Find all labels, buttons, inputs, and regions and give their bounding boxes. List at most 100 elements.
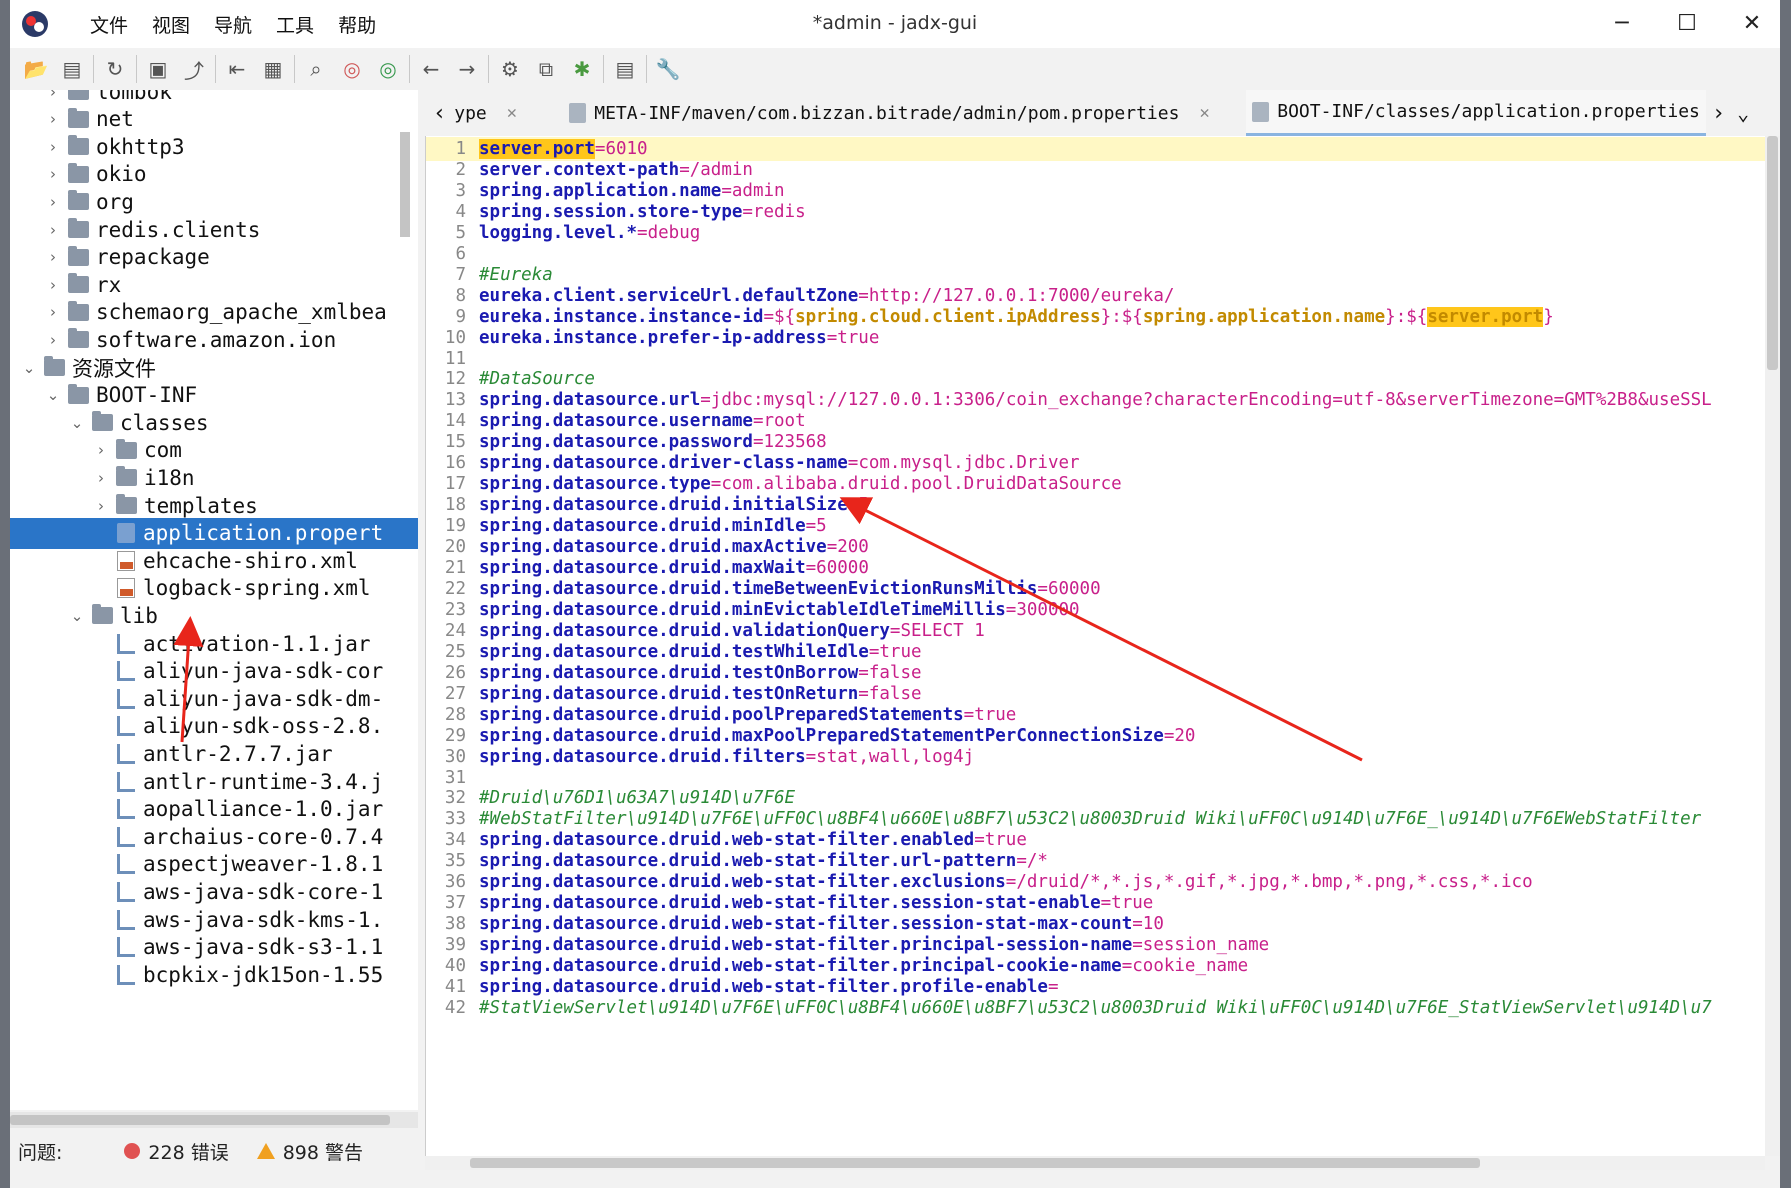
tree-item[interactable]: aspectjweaver-1.8.1 bbox=[10, 849, 418, 880]
tree-item[interactable]: logback-spring.xml bbox=[10, 573, 418, 604]
tree-item[interactable]: archaius-core-0.7.4 bbox=[10, 821, 418, 852]
chevron-icon[interactable]: › bbox=[44, 110, 62, 128]
save-icon[interactable]: ▣ bbox=[140, 52, 176, 86]
menu-item-3[interactable]: 工具 bbox=[264, 11, 326, 38]
chevron-icon[interactable]: › bbox=[44, 303, 62, 321]
tree-item[interactable]: › rx bbox=[10, 269, 418, 300]
chevron-icon[interactable]: ⌄ bbox=[44, 386, 62, 404]
back-icon[interactable]: ← bbox=[413, 52, 449, 86]
find-class-icon[interactable]: ◎ bbox=[334, 52, 370, 86]
search-icon[interactable]: ⌕ bbox=[298, 52, 334, 86]
open-icon[interactable]: 📂 bbox=[18, 52, 54, 86]
tree-hscroll-thumb[interactable] bbox=[10, 1115, 390, 1125]
tree-item[interactable]: ehcache-shiro.xml bbox=[10, 545, 418, 576]
chevron-icon[interactable]: › bbox=[44, 138, 62, 156]
chevron-icon[interactable]: ⌄ bbox=[68, 414, 86, 432]
flatten-packages-icon[interactable]: ▦ bbox=[255, 52, 291, 86]
tree-item[interactable]: aliyun-java-sdk-cor bbox=[10, 656, 418, 687]
tab-prev-button[interactable]: ‹ bbox=[425, 90, 448, 136]
property-value: true bbox=[1111, 893, 1154, 914]
tree-item[interactable]: antlr-runtime-3.4.j bbox=[10, 766, 418, 797]
tree-item-label: 资源文件 bbox=[72, 356, 156, 381]
warning-count[interactable]: 898 警告 bbox=[256, 1138, 363, 1165]
error-count[interactable]: 228 错误 bbox=[124, 1138, 229, 1165]
decompile-icon[interactable]: ⚙ bbox=[492, 52, 528, 86]
tree-item[interactable]: aliyun-java-sdk-dm- bbox=[10, 683, 418, 714]
tree-item[interactable]: › okhttp3 bbox=[10, 131, 418, 162]
preferences-icon[interactable]: 🔧 bbox=[650, 52, 686, 86]
code-horizontal-scrollbar[interactable] bbox=[425, 1156, 1765, 1170]
tree-item[interactable]: › net bbox=[10, 104, 418, 135]
code-vertical-scrollbar[interactable] bbox=[1765, 136, 1780, 1156]
log-icon[interactable]: ▤ bbox=[607, 52, 643, 86]
tree-item-label: schemaorg_apache_xmlbea bbox=[96, 300, 387, 325]
tree-item[interactable]: ⌄ lib bbox=[10, 600, 418, 631]
tab-next-button[interactable]: › bbox=[1706, 90, 1731, 136]
export-icon[interactable]: ⤴ bbox=[176, 52, 212, 86]
tree-item[interactable]: › redis.clients bbox=[10, 214, 418, 245]
tree-item[interactable]: › software.amazon.ion bbox=[10, 324, 418, 355]
maximize-button[interactable]: ☐ bbox=[1655, 0, 1719, 46]
chevron-icon[interactable]: › bbox=[92, 441, 110, 459]
property-value: redis bbox=[752, 201, 806, 222]
chevron-icon[interactable]: ⌄ bbox=[20, 359, 38, 377]
tree-item[interactable]: aws-java-sdk-s3-1.1 bbox=[10, 932, 418, 963]
tree-item[interactable]: › schemaorg_apache_xmlbea bbox=[10, 297, 418, 328]
code-vscroll-thumb[interactable] bbox=[1767, 136, 1778, 370]
add-files-icon[interactable]: ▤ bbox=[54, 52, 90, 86]
tab-close-icon[interactable]: ✕ bbox=[1199, 103, 1209, 123]
debug-icon[interactable]: ✱ bbox=[564, 52, 600, 86]
chevron-icon[interactable]: › bbox=[44, 248, 62, 266]
file-tree[interactable]: › lombok › net › okhttp3 › okio › org › redis.clien… bbox=[10, 90, 418, 1110]
chevron-icon[interactable]: › bbox=[92, 497, 110, 515]
minimize-button[interactable]: ─ bbox=[1590, 0, 1654, 46]
placeholder-syntax: ${ bbox=[1406, 306, 1428, 327]
chevron-icon[interactable]: › bbox=[44, 90, 62, 101]
tree-item[interactable]: aws-java-sdk-kms-1. bbox=[10, 904, 418, 935]
tree-item[interactable]: › com bbox=[10, 435, 418, 466]
tree-item[interactable]: bcpkix-jdk15on-1.55 bbox=[10, 959, 418, 990]
tree-item[interactable]: ⌄ classes bbox=[10, 407, 418, 438]
chevron-icon[interactable]: › bbox=[44, 165, 62, 183]
chevron-icon[interactable]: › bbox=[44, 276, 62, 294]
code-hscroll-thumb[interactable] bbox=[470, 1158, 1480, 1168]
tab-0[interactable]: ype ✕ bbox=[448, 90, 543, 136]
tree-item[interactable]: activation-1.1.jar bbox=[10, 628, 418, 659]
chevron-icon[interactable]: › bbox=[44, 331, 62, 349]
refresh-icon[interactable]: ↻ bbox=[97, 52, 133, 86]
chevron-icon[interactable]: › bbox=[44, 193, 62, 211]
tree-item[interactable]: › okio bbox=[10, 159, 418, 190]
chevron-icon[interactable]: › bbox=[44, 221, 62, 239]
tree-item[interactable]: ⌄ 资源文件 bbox=[10, 352, 418, 383]
tree-item[interactable]: aws-java-sdk-core-1 bbox=[10, 876, 418, 907]
tab-1[interactable]: META-INF/maven/com.bizzan.bitrade/admin/… bbox=[563, 90, 1246, 136]
tree-item[interactable]: › repackage bbox=[10, 242, 418, 273]
line-number: 42 bbox=[444, 997, 466, 1018]
tree-item[interactable]: aopalliance-1.0.jar bbox=[10, 794, 418, 825]
tree-item[interactable]: › templates bbox=[10, 490, 418, 521]
tab-2[interactable]: BOOT-INF/classes/application.properties bbox=[1246, 90, 1706, 136]
tree-item[interactable]: aliyun-sdk-oss-2.8. bbox=[10, 711, 418, 742]
tab-list-button[interactable]: ⌄ bbox=[1731, 90, 1755, 136]
sync-icon[interactable]: ⇤ bbox=[219, 52, 255, 86]
bookmark-icon[interactable]: ⧉ bbox=[528, 52, 564, 86]
tab-close-icon[interactable]: ✕ bbox=[507, 103, 517, 123]
tree-item[interactable]: application.propert bbox=[10, 517, 418, 549]
menu-item-1[interactable]: 视图 bbox=[140, 11, 202, 38]
menu-item-0[interactable]: 文件 bbox=[78, 11, 140, 38]
forward-icon[interactable]: → bbox=[449, 52, 485, 86]
code-view[interactable]: 1 server.port=6010 2 server.context-path=/a… bbox=[425, 136, 1780, 1156]
chevron-icon[interactable]: › bbox=[92, 469, 110, 487]
close-button[interactable]: ✕ bbox=[1720, 0, 1784, 46]
chevron-icon[interactable]: ⌄ bbox=[68, 607, 86, 625]
tree-vertical-scrollbar[interactable] bbox=[400, 132, 410, 237]
menu-item-2[interactable]: 导航 bbox=[202, 11, 264, 38]
tree-item[interactable]: ⌄ BOOT-INF bbox=[10, 380, 418, 411]
tree-item[interactable]: antlr-2.7.7.jar bbox=[10, 738, 418, 769]
tree-item[interactable]: › org bbox=[10, 186, 418, 217]
tree-item[interactable]: › i18n bbox=[10, 462, 418, 493]
property-key: spring.datasource.druid.testOnReturn bbox=[479, 683, 859, 704]
find-usage-icon[interactable]: ◎ bbox=[370, 52, 406, 86]
tree-horizontal-scrollbar[interactable] bbox=[10, 1112, 418, 1128]
menu-item-4[interactable]: 帮助 bbox=[326, 11, 388, 38]
